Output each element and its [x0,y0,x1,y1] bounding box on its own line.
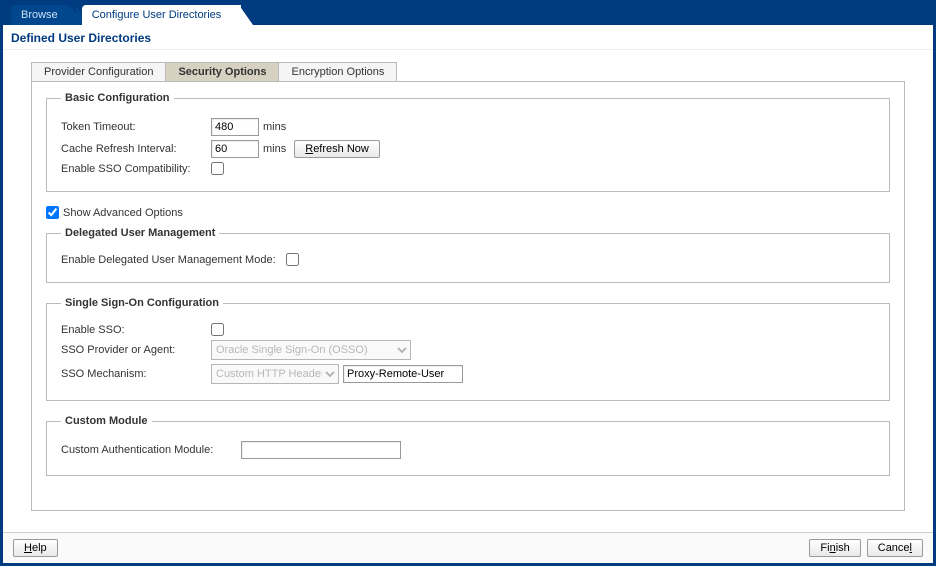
tab-security-options[interactable]: Security Options [165,62,279,81]
custom-module-fieldset: Custom Module Custom Authentication Modu… [46,415,890,476]
show-advanced-label: Show Advanced Options [63,207,183,219]
show-advanced-checkbox[interactable] [46,206,59,219]
cache-refresh-row: Cache Refresh Interval: mins Refresh Now [61,140,875,158]
sso-enable-checkbox[interactable] [211,323,224,336]
sso-enable-label: Enable SSO: [61,324,211,336]
sso-enable-row: Enable SSO: [61,323,875,336]
sso-provider-row: SSO Provider or Agent: Oracle Single Sig… [61,340,875,360]
cache-refresh-input[interactable] [211,140,259,158]
delegated-user-management-fieldset: Delegated User Management Enable Delegat… [46,227,890,283]
tab-browse[interactable]: Browse [11,5,78,25]
inner-tab-bar: Provider Configuration Security Options … [31,62,905,82]
custom-module-label: Custom Authentication Module: [61,444,241,456]
delegated-enable-checkbox[interactable] [286,253,299,266]
sso-provider-label: SSO Provider or Agent: [61,344,211,356]
cancel-button[interactable]: Cancel [867,539,923,557]
cache-refresh-unit: mins [263,143,286,155]
sso-mechanism-label: SSO Mechanism: [61,368,211,380]
content-area: Provider Configuration Security Options … [3,50,933,532]
page-title: Defined User Directories [3,25,933,50]
token-timeout-row: Token Timeout: mins [61,118,875,136]
custom-module-legend: Custom Module [61,415,152,427]
sso-mechanism-input[interactable] [343,365,463,383]
refresh-now-rest: efresh Now [313,143,369,155]
tab-configure-user-directories[interactable]: Configure User Directories [82,5,242,25]
sso-provider-select[interactable]: Oracle Single Sign-On (OSSO) [211,340,411,360]
sso-mechanism-row: SSO Mechanism: Custom HTTP Header [61,364,875,384]
basic-configuration-legend: Basic Configuration [61,92,174,104]
tab-configure-label: Configure User Directories [92,9,222,21]
tab-security-label: Security Options [178,66,266,78]
tab-encryption-options[interactable]: Encryption Options [278,62,397,81]
enable-sso-compat-checkbox[interactable] [211,162,224,175]
tab-browse-label: Browse [21,9,58,21]
token-timeout-unit: mins [263,121,286,133]
sso-mechanism-select[interactable]: Custom HTTP Header [211,364,339,384]
custom-module-row: Custom Authentication Module: [61,441,875,459]
delegated-legend: Delegated User Management [61,227,219,239]
cache-refresh-label: Cache Refresh Interval: [61,143,211,155]
basic-configuration-fieldset: Basic Configuration Token Timeout: mins … [46,92,890,192]
security-options-panel: Basic Configuration Token Timeout: mins … [31,82,905,511]
tab-provider-label: Provider Configuration [44,66,153,78]
show-advanced-row: Show Advanced Options [46,206,890,219]
tab-provider-configuration[interactable]: Provider Configuration [31,62,166,81]
help-button[interactable]: Help [13,539,58,557]
finish-button[interactable]: Finish [809,539,860,557]
app-window: Browse Configure User Directories Define… [0,0,936,566]
delegated-enable-row: Enable Delegated User Management Mode: [61,253,875,266]
bottom-bar: Help Finish Cancel [3,532,933,563]
enable-sso-compat-label: Enable SSO Compatibility: [61,163,211,175]
custom-module-input[interactable] [241,441,401,459]
sso-legend: Single Sign-On Configuration [61,297,223,309]
top-tab-bar: Browse Configure User Directories [3,3,933,25]
delegated-enable-label: Enable Delegated User Management Mode: [61,254,286,266]
sso-configuration-fieldset: Single Sign-On Configuration Enable SSO:… [46,297,890,401]
token-timeout-input[interactable] [211,118,259,136]
tab-encryption-label: Encryption Options [291,66,384,78]
enable-sso-compat-row: Enable SSO Compatibility: [61,162,875,175]
token-timeout-label: Token Timeout: [61,121,211,133]
refresh-now-button[interactable]: Refresh Now [294,140,380,158]
